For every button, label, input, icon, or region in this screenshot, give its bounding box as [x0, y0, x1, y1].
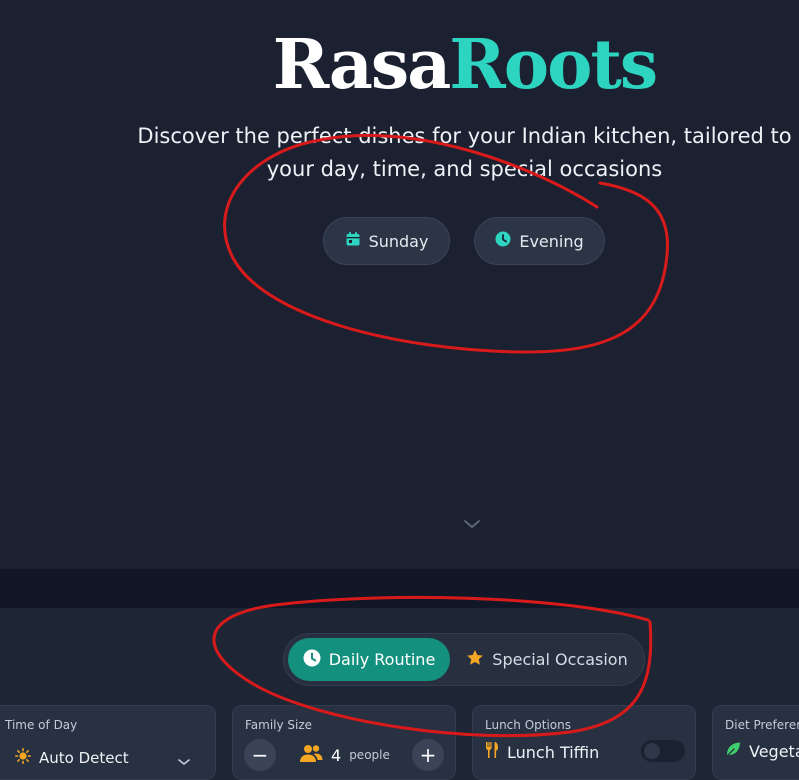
family-size-display: 4 people [299, 743, 390, 767]
daily-routine-button[interactable]: Daily Routine [288, 638, 450, 681]
toggle-knob [644, 743, 660, 759]
utensils-icon [485, 741, 499, 763]
time-of-day-label: Time of Day [5, 718, 78, 732]
lunch-tiffin-toggle[interactable] [641, 740, 685, 762]
star-icon [466, 649, 484, 671]
brand-name-part1: Rasa [272, 25, 451, 105]
time-of-day-card: Time of Day Auto Detect [0, 705, 216, 780]
tagline-line-2: your day, time, and special occasions [266, 157, 663, 181]
family-size-count: 4 [331, 745, 342, 765]
special-occasion-label: Special Occasion [492, 650, 628, 669]
diet-preference-value: Vegeta [749, 741, 799, 761]
family-size-unit: people [349, 748, 390, 762]
lunch-options-card: Lunch Options Lunch Tiffin [472, 705, 696, 780]
increase-family-button[interactable]: + [412, 739, 444, 771]
lunch-tiffin-label: Lunch Tiffin [507, 742, 600, 762]
brand-logo: RasaRoots [0, 20, 799, 110]
time-of-day-select[interactable]: Auto Detect [15, 748, 129, 768]
diet-preference-card: Diet Preferenc Vegeta [712, 705, 799, 780]
leaf-icon [725, 741, 741, 761]
brand-name-part2: Roots [449, 25, 658, 105]
decrease-family-button[interactable]: − [244, 739, 276, 771]
diet-preference-label: Diet Preferenc [725, 718, 799, 732]
calendar-icon [345, 231, 361, 251]
tagline-line-1: Discover the perfect dishes for your Ind… [137, 124, 792, 148]
clock-icon [303, 649, 321, 671]
sun-icon [15, 748, 31, 768]
hero-section: RasaRoots Discover the perfect dishes fo… [0, 0, 799, 569]
hero-tagline: Discover the perfect dishes for your Ind… [0, 120, 799, 186]
special-occasion-button[interactable]: Special Occasion [456, 638, 638, 681]
lunch-tiffin-option: Lunch Tiffin [485, 741, 599, 763]
clock-icon [495, 231, 511, 251]
diet-preference-select[interactable]: Vegeta [725, 741, 799, 761]
chevron-down-icon[interactable] [462, 516, 482, 530]
users-icon [299, 743, 323, 767]
day-label: Sunday [368, 231, 429, 251]
family-size-label: Family Size [245, 718, 313, 732]
chevron-down-icon[interactable] [177, 752, 191, 766]
family-size-card: Family Size − 4 people + [232, 705, 456, 780]
day-pill[interactable]: Sunday [323, 217, 450, 265]
daily-routine-label: Daily Routine [328, 650, 436, 669]
lunch-options-label: Lunch Options [485, 718, 572, 732]
time-label: Evening [519, 231, 584, 251]
section-divider [0, 569, 799, 608]
mode-toggle: Daily Routine Special Occasion [283, 633, 645, 686]
time-pill[interactable]: Evening [474, 217, 605, 265]
time-of-day-value: Auto Detect [39, 749, 129, 767]
